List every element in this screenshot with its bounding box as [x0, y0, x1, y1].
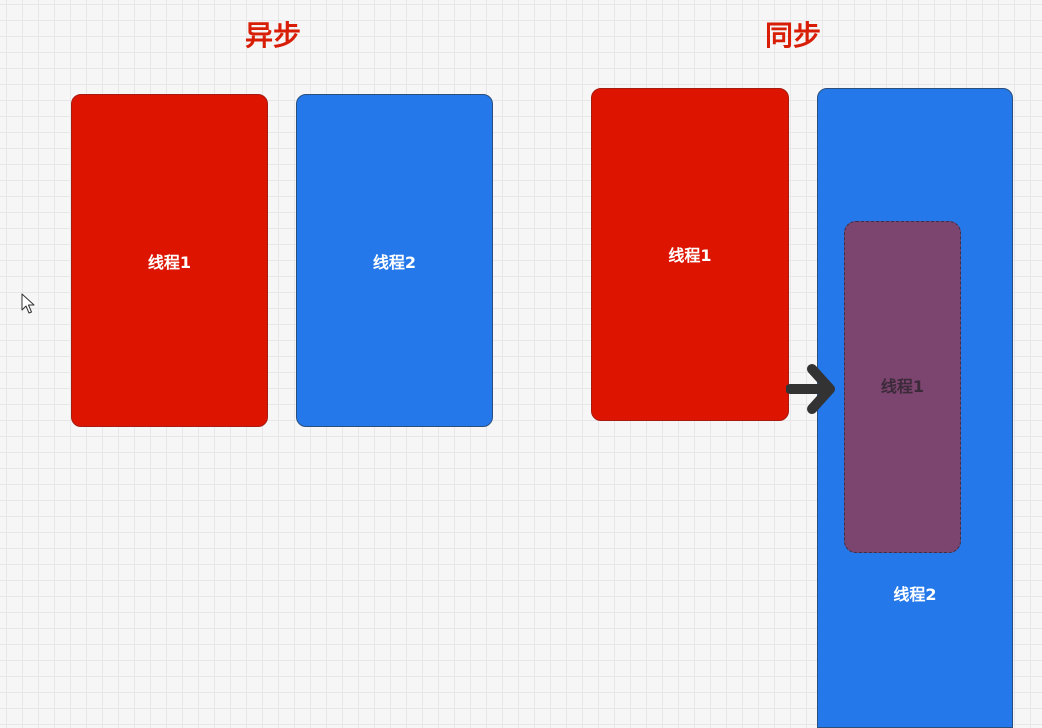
sync-thread1-label: 线程1: [668, 245, 712, 265]
async-thread1-label: 线程1: [147, 252, 192, 272]
sync-thread1-box: 线程1: [591, 88, 789, 421]
async-thread1-box: 线程1: [71, 94, 268, 427]
embedded-thread1-box: 线程1: [844, 221, 961, 553]
sync-title: 同步: [764, 19, 821, 52]
right-arrow-icon: [786, 364, 835, 414]
embedded-thread1-label: 线程1: [880, 377, 925, 396]
sync-thread2-label: 线程2: [893, 585, 937, 604]
async-title: 异步: [244, 19, 301, 52]
diagram-canvas: 异步 同步 线程1 线程2 线程1 线程2 线程1: [0, 0, 1042, 728]
async-thread2-label: 线程2: [372, 252, 417, 272]
async-thread2-box: 线程2: [296, 94, 493, 427]
mouse-pointer-icon: [21, 293, 35, 314]
